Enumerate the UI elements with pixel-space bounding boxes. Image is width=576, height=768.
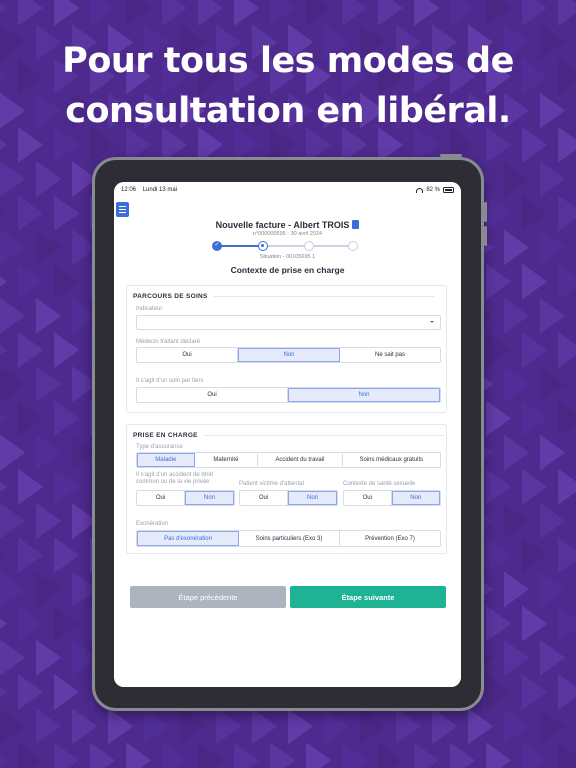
accident-option-oui[interactable]: Oui [137, 491, 185, 505]
parcours-heading-rule [213, 296, 434, 297]
indicateur-label: Indicateur [136, 306, 163, 312]
medecin-option-ne-sait-pas[interactable]: Ne sait pas [340, 348, 440, 362]
next-step-button[interactable]: Étape suivante [290, 586, 446, 608]
invoice-reference: n°000000595 - 30 avril 2024 [252, 231, 323, 237]
exoneration-option-none[interactable]: Pas d'exonération [137, 531, 239, 546]
stepper-line-2 [266, 245, 306, 247]
exoneration-option-exo3[interactable]: Soins particuliers (Exo 3) [239, 531, 340, 546]
tablet-volume-up-button [484, 202, 487, 222]
attentat-option-non[interactable]: Non [288, 491, 337, 505]
stepper-line-1 [220, 245, 260, 247]
sexuelle-segmented: Oui Non [343, 490, 441, 506]
accident-option-non[interactable]: Non [185, 491, 234, 505]
tiers-option-oui[interactable]: Oui [137, 388, 288, 402]
hamburger-icon[interactable] [116, 202, 129, 217]
attentat-label: Patient victime d'attentat [239, 481, 305, 487]
medecin-option-oui[interactable]: Oui [137, 348, 238, 362]
exoneration-label: Exonération [136, 521, 169, 527]
attentat-segmented: Oui Non [239, 490, 338, 506]
prise-heading: PRISE EN CHARGE [133, 432, 444, 439]
parcours-heading: PARCOURS DE SOINS [133, 293, 434, 300]
accident-segmented: Oui Non [136, 490, 235, 506]
exoneration-segmented: Pas d'exonération Soins particuliers (Ex… [136, 530, 441, 547]
parcours-card: PARCOURS DE SOINS Indicateur Médecin tra… [126, 285, 447, 413]
sexuelle-option-non[interactable]: Non [391, 491, 440, 505]
tiers-segmented: Oui Non [136, 387, 441, 403]
assurance-option-maternite[interactable]: Maternité [194, 453, 259, 467]
wifi-icon [416, 187, 424, 193]
situation-label: Situation - 00105695 1 [259, 254, 316, 260]
battery-icon [443, 187, 454, 193]
medecin-label: Médecin traitant déclaré [136, 339, 201, 345]
sexuelle-label: Contexte de santé sexuelle [343, 481, 416, 487]
document-icon[interactable] [352, 220, 360, 229]
step-3[interactable] [304, 241, 314, 251]
medecin-option-non[interactable]: Non [238, 348, 340, 362]
accident-label: Il s'agit d'un accident de droit commun … [136, 472, 214, 485]
assurance-label: Type d'assurance [136, 444, 183, 450]
prise-heading-rule [203, 435, 444, 436]
assurance-option-soins-gratuits[interactable]: Soins médicaux gratuits [342, 453, 440, 467]
prise-en-charge-card: PRISE EN CHARGE Type d'assurance Maladie… [126, 424, 447, 554]
status-bar: 12:06 Lundi 13 mai 82 % [114, 182, 461, 198]
assurance-segmented: Maladie Maternité Accident du travail So… [136, 452, 441, 468]
status-time: 12:06 [121, 187, 137, 193]
stepper: ✓ [212, 240, 358, 252]
app-content: Nouvelle facture - Albert TROIS n°000000… [114, 198, 461, 687]
assurance-option-maladie[interactable]: Maladie [137, 453, 195, 467]
headline-line-2: consultation en libéral. [65, 91, 511, 131]
tablet-screen: 12:06 Lundi 13 mai 82 % Nouvelle facture… [114, 182, 461, 687]
sexuelle-option-oui[interactable]: Oui [344, 491, 392, 505]
indicateur-select[interactable] [136, 315, 441, 330]
tablet-power-button [440, 154, 462, 157]
page-title-text: Nouvelle facture - Albert TROIS [215, 220, 350, 230]
prise-heading-text: PRISE EN CHARGE [133, 432, 198, 439]
headline-line-1: Pour tous les modes de [62, 41, 514, 81]
step-1-done[interactable]: ✓ [212, 241, 222, 251]
tablet-volume-down-button [484, 226, 487, 246]
attentat-option-oui[interactable]: Oui [240, 491, 288, 505]
assurance-option-accident-travail[interactable]: Accident du travail [258, 453, 343, 467]
battery-percent: 82 % [426, 187, 440, 193]
tiers-option-non[interactable]: Non [288, 388, 440, 402]
parcours-heading-text: PARCOURS DE SOINS [133, 293, 208, 300]
tiers-label: Il s'agit d'un soin par tiers [136, 378, 204, 384]
exoneration-option-exo7[interactable]: Prévention (Exo 7) [340, 531, 440, 546]
step-4[interactable] [348, 241, 358, 251]
page-title: Nouvelle facture - Albert TROIS [114, 220, 461, 230]
stepper-line-3 [312, 245, 352, 247]
status-date: Lundi 13 mai [142, 187, 178, 193]
section-title: Contexte de prise en charge [230, 265, 345, 275]
step-2-current[interactable] [258, 241, 268, 251]
previous-step-button[interactable]: Étape précédente [130, 586, 286, 608]
headline: Pour tous les modes de consultation en l… [0, 36, 576, 136]
chevron-down-icon [430, 321, 434, 323]
medecin-segmented: Oui Non Ne sait pas [136, 347, 441, 363]
